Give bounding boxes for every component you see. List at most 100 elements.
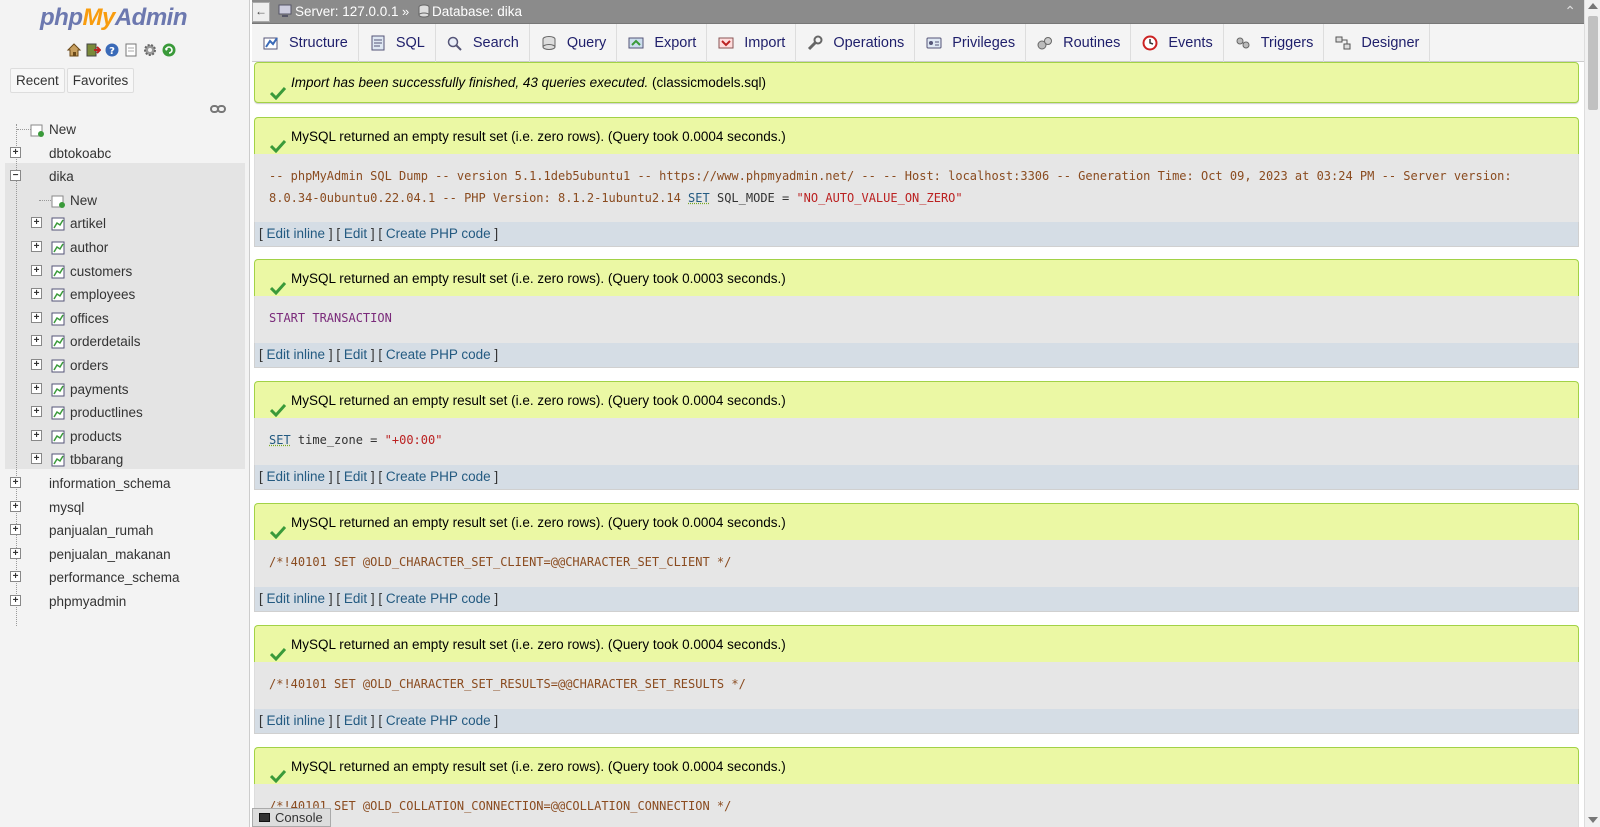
tree-db-information_schema[interactable]: + information_schema	[0, 472, 248, 496]
expand-icon[interactable]: +	[31, 359, 42, 370]
edit-inline-link[interactable]: Edit inline	[267, 469, 326, 484]
tab-sql[interactable]: SQL	[359, 24, 436, 62]
favorites-button[interactable]: Favorites	[66, 68, 135, 93]
expand-icon[interactable]: +	[31, 382, 42, 394]
operations-icon	[806, 35, 824, 51]
database-icon	[418, 4, 430, 21]
tree-table-payments[interactable]: + payments	[0, 378, 248, 402]
tab-events[interactable]: Events	[1131, 24, 1224, 62]
phpmyadmin-logo[interactable]: phpMyAdmin	[40, 4, 188, 32]
tree-db-mysql[interactable]: + mysql	[0, 496, 248, 520]
edit-inline-link[interactable]: Edit inline	[267, 226, 326, 241]
docs-icon[interactable]	[123, 42, 139, 58]
expand-icon[interactable]: +	[31, 311, 42, 323]
tab-search[interactable]: Search	[436, 24, 530, 62]
query-result-message: MySQL returned an empty result set (i.e.…	[254, 117, 1579, 154]
tab-operations[interactable]: Operations	[796, 24, 916, 62]
expand-icon[interactable]: +	[31, 241, 42, 252]
tree-label: orderdetails	[70, 334, 141, 350]
tree-db-panjualan_rumah[interactable]: + panjualan_rumah	[0, 519, 248, 543]
tree-table-tbbarang[interactable]: + tbbarang	[0, 448, 248, 472]
tree-table-employees[interactable]: + employees	[0, 283, 248, 307]
tree-item-new-table[interactable]: New	[0, 189, 248, 213]
tab-export[interactable]: Export	[617, 24, 708, 62]
expand-icon[interactable]: +	[31, 453, 42, 465]
collapse-nav-button[interactable]: ←	[252, 2, 270, 22]
expand-icon[interactable]: +	[31, 406, 42, 418]
expand-icon[interactable]: +	[10, 571, 21, 583]
create-php-code-link[interactable]: Create PHP code	[386, 347, 491, 362]
expand-icon[interactable]: +	[10, 595, 21, 606]
scroll-thumb[interactable]	[1588, 16, 1598, 110]
expand-icon[interactable]: +	[31, 288, 42, 300]
tree-table-author[interactable]: + author	[0, 236, 248, 260]
expand-icon[interactable]: +	[10, 547, 21, 559]
create-php-code-link[interactable]: Create PHP code	[386, 591, 491, 606]
edit-link[interactable]: Edit	[344, 226, 367, 241]
tree-label: payments	[70, 381, 129, 397]
tree-table-artikel[interactable]: + artikel	[0, 212, 248, 236]
home-icon[interactable]	[66, 42, 82, 58]
exit-icon[interactable]	[85, 42, 101, 58]
reload-icon[interactable]	[161, 42, 177, 58]
expand-icon[interactable]: +	[10, 500, 21, 512]
link-with-main-panel-icon[interactable]	[210, 102, 226, 113]
breadcrumb-database[interactable]: Database: dika	[432, 4, 522, 19]
query-tools: [ Edit inline ] [ Edit ] [ Create PHP co…	[254, 709, 1579, 734]
help-icon[interactable]: ?	[104, 42, 120, 58]
new-icon	[51, 193, 65, 208]
table-icon	[51, 287, 65, 302]
page-scrollbar[interactable]	[1584, 0, 1600, 827]
edit-inline-link[interactable]: Edit inline	[267, 591, 326, 606]
tree-label: New	[49, 122, 77, 137]
tree-db-performance_schema[interactable]: + performance_schema	[0, 566, 248, 590]
expand-icon[interactable]: +	[10, 524, 21, 536]
collapse-icon[interactable]: −	[10, 170, 21, 182]
scroll-top-icon[interactable]: ⌃	[1564, 3, 1576, 20]
edit-link[interactable]: Edit	[344, 591, 367, 606]
expand-icon[interactable]: +	[31, 335, 42, 347]
tree-table-orderdetails[interactable]: + orderdetails	[0, 330, 248, 354]
sql-query-text: SET time_zone = "+00:00"	[254, 418, 1579, 465]
tree-table-orders[interactable]: + orders	[0, 354, 248, 378]
edit-inline-link[interactable]: Edit inline	[267, 713, 326, 728]
tree-table-products[interactable]: + products	[0, 425, 248, 449]
scroll-down-arrow[interactable]	[1588, 817, 1598, 823]
edit-link[interactable]: Edit	[344, 347, 367, 362]
tab-designer[interactable]: Designer	[1324, 24, 1431, 62]
tree-label: artikel	[70, 216, 107, 232]
result-message-text: MySQL returned an empty result set (i.e.…	[291, 129, 786, 144]
tree-table-offices[interactable]: + offices	[0, 307, 248, 331]
tree-item-new[interactable]: New	[0, 118, 248, 142]
tab-routines[interactable]: Routines	[1026, 24, 1132, 62]
breadcrumb-server[interactable]: Server: 127.0.0.1	[295, 4, 399, 19]
tab-query[interactable]: Query	[530, 24, 618, 62]
console-toggle[interactable]: Console	[252, 808, 331, 827]
edit-link[interactable]: Edit	[344, 469, 367, 484]
expand-icon[interactable]: +	[10, 477, 21, 488]
create-php-code-link[interactable]: Create PHP code	[386, 469, 491, 484]
create-php-code-link[interactable]: Create PHP code	[386, 713, 491, 728]
tab-structure[interactable]: Structure	[252, 24, 359, 62]
tree-db-dbtokoabc[interactable]: + dbtokoabc	[0, 142, 248, 166]
expand-icon[interactable]: +	[10, 146, 21, 158]
settings-icon[interactable]	[142, 42, 158, 58]
tree-table-customers[interactable]: + customers	[0, 260, 248, 284]
scroll-up-arrow[interactable]	[1588, 3, 1598, 9]
tab-privileges[interactable]: Privileges	[915, 24, 1027, 62]
tab-triggers[interactable]: Triggers	[1224, 24, 1325, 62]
sql-keyword: START TRANSACTION	[269, 311, 392, 325]
recent-button[interactable]: Recent	[10, 68, 65, 93]
edit-link[interactable]: Edit	[344, 713, 367, 728]
new-icon	[30, 122, 44, 137]
tree-table-productlines[interactable]: + productlines	[0, 401, 248, 425]
tree-db-phpmyadmin[interactable]: + phpmyadmin	[0, 590, 248, 614]
edit-inline-link[interactable]: Edit inline	[267, 347, 326, 362]
tab-import[interactable]: Import	[707, 24, 797, 62]
tree-db-penjualan_makanan[interactable]: + penjualan_makanan	[0, 543, 248, 567]
tree-db-dika[interactable]: − dika	[0, 165, 248, 189]
expand-icon[interactable]: +	[31, 429, 42, 441]
expand-icon[interactable]: +	[31, 217, 42, 229]
create-php-code-link[interactable]: Create PHP code	[386, 226, 491, 241]
expand-icon[interactable]: +	[31, 264, 42, 276]
